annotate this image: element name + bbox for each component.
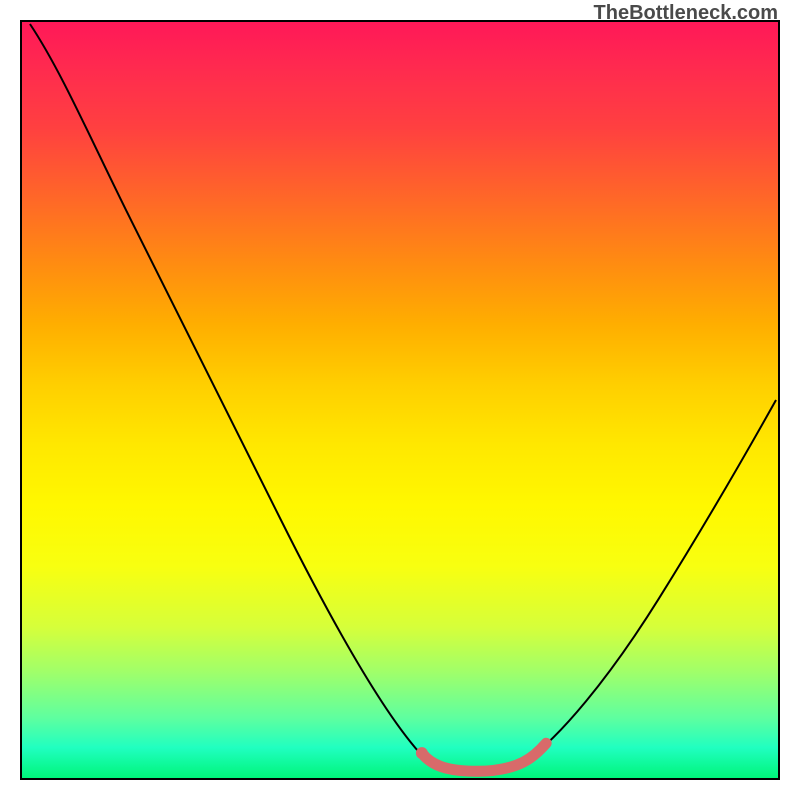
chart-container: TheBottleneck.com (0, 0, 800, 800)
chart-svg (22, 22, 778, 778)
watermark-text: TheBottleneck.com (594, 2, 778, 25)
plot-area (20, 20, 780, 780)
highlight-segment (422, 743, 546, 771)
bottleneck-curve (30, 24, 776, 771)
highlight-dot-left (416, 747, 428, 759)
